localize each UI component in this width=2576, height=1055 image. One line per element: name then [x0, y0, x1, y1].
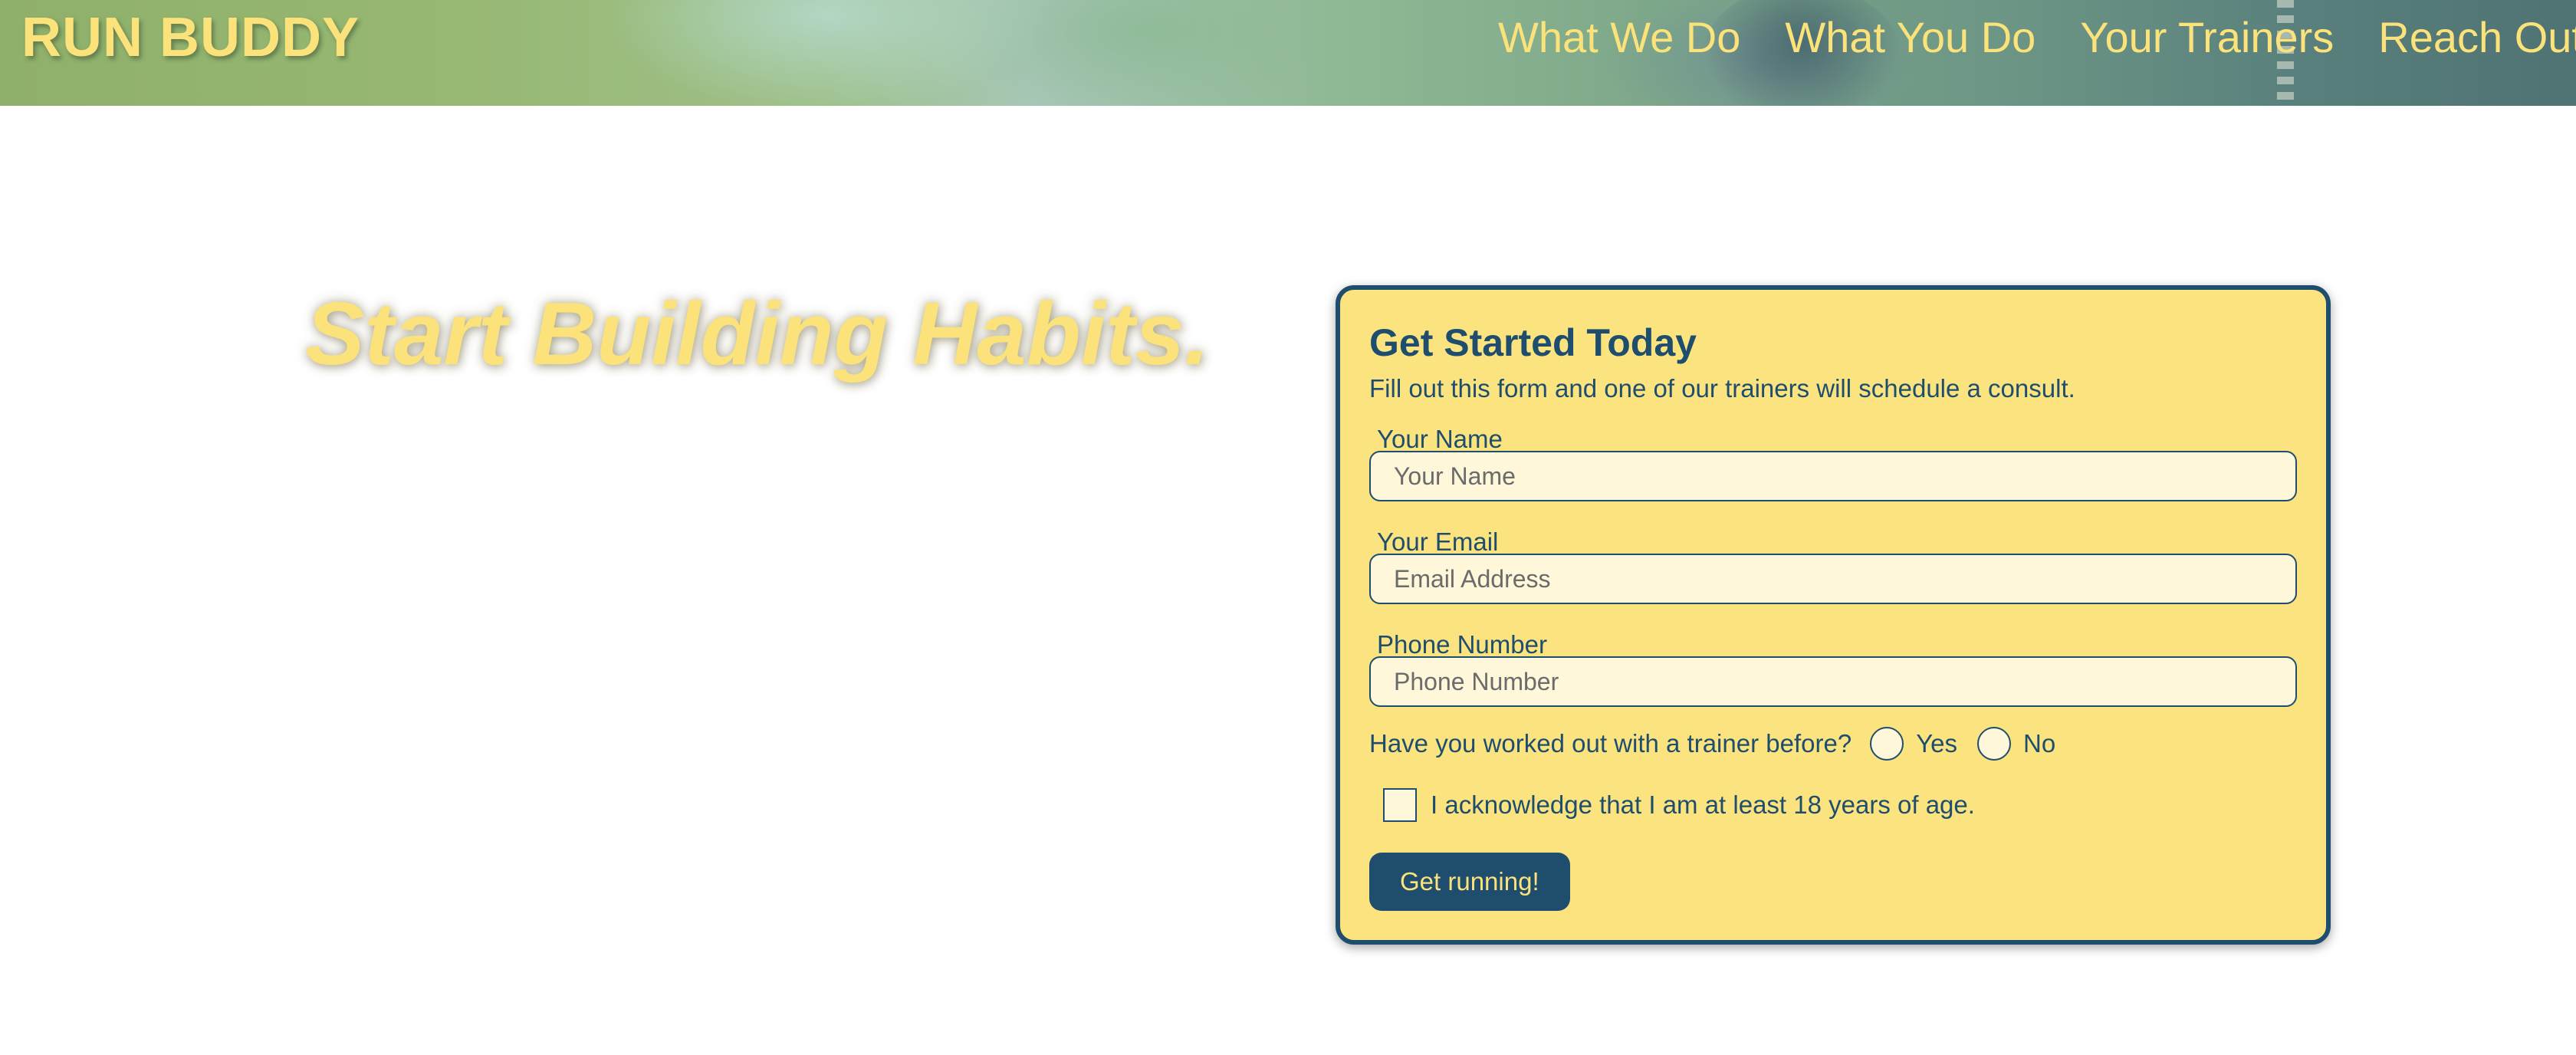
trainer-question-row: Have you worked out with a trainer befor…: [1369, 727, 2075, 761]
hero-headline: Start Building Habits.: [305, 284, 1210, 383]
name-label: Your Name: [1377, 425, 1503, 453]
radio-no-label: No: [2023, 729, 2056, 758]
nav-link-what-you-do[interactable]: What You Do: [1785, 12, 2036, 62]
nav-link-your-trainers[interactable]: Your Trainers: [2080, 12, 2334, 62]
age-acknowledge-label: I acknowledge that I am at least 18 year…: [1431, 790, 1975, 819]
trainer-question-label: Have you worked out with a trainer befor…: [1369, 729, 1852, 758]
phone-input[interactable]: [1369, 656, 2297, 707]
brand-logo-link[interactable]: RUN BUDDY: [21, 6, 360, 69]
signup-form-card: Get Started Today Fill out this form and…: [1336, 285, 2331, 945]
radio-yes[interactable]: [1870, 727, 1904, 761]
main-nav: What We Do What You Do Your Trainers Rea…: [1498, 12, 2576, 62]
nav-link-reach-out[interactable]: Reach Out: [2378, 12, 2576, 62]
radio-yes-label: Yes: [1916, 729, 1958, 758]
name-input[interactable]: [1369, 451, 2297, 501]
submit-button[interactable]: Get running!: [1369, 853, 1570, 911]
nav-link-what-we-do[interactable]: What We Do: [1498, 12, 1740, 62]
age-acknowledge-row: I acknowledge that I am at least 18 year…: [1383, 788, 1975, 822]
email-label: Your Email: [1377, 528, 1499, 556]
email-input[interactable]: [1369, 554, 2297, 604]
phone-label: Phone Number: [1377, 630, 1547, 659]
radio-no[interactable]: [1977, 727, 2012, 761]
age-acknowledge-checkbox[interactable]: [1383, 788, 1417, 822]
form-title: Get Started Today: [1369, 321, 1697, 364]
site-header: RUN BUDDY What We Do What You Do Your Tr…: [0, 0, 2576, 106]
form-subtitle: Fill out this form and one of our traine…: [1369, 374, 2075, 403]
